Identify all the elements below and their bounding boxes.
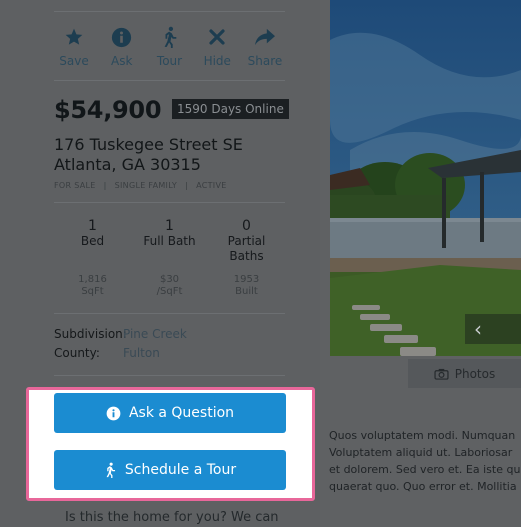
stat-partial-baths: 0 Partial Baths bbox=[208, 219, 285, 264]
description-line: quaerat quo. Quo error et. Mollitia bbox=[329, 480, 517, 493]
hide-label: Hide bbox=[203, 54, 231, 68]
size-stats: 1,816 SqFt $30 /SqFt 1953 Built bbox=[54, 274, 285, 298]
divider bbox=[54, 80, 285, 81]
share-action[interactable]: Share bbox=[245, 25, 285, 68]
divider bbox=[54, 11, 285, 12]
tagline-text: Is this the home for you? We can bbox=[65, 510, 279, 525]
stat-label: Full Bath bbox=[143, 234, 196, 248]
stat-sqft: 1,816 SqFt bbox=[54, 274, 131, 298]
county-row: County: Fulton bbox=[54, 346, 160, 360]
stat-unit: SqFt bbox=[81, 286, 104, 297]
stat-value: $30 bbox=[159, 274, 180, 285]
walking-person-icon bbox=[161, 25, 179, 49]
gallery-prev-button[interactable]: ‹ bbox=[465, 314, 521, 344]
tour-action[interactable]: Tour bbox=[150, 25, 190, 68]
stat-price-per-sqft: $30 /SqFt bbox=[131, 274, 208, 298]
ask-question-button[interactable]: Ask a Question bbox=[54, 393, 286, 433]
divider bbox=[54, 313, 285, 314]
tag-separator: | bbox=[103, 181, 107, 190]
ask-label: Ask bbox=[111, 54, 133, 68]
info-icon bbox=[111, 25, 132, 49]
hide-action[interactable]: Hide bbox=[197, 25, 237, 68]
description-line: Voluptatem aliquid ut. Laboriosar bbox=[329, 446, 513, 459]
address-line-1: 176 Tuskegee Street SE bbox=[54, 135, 243, 154]
ask-action[interactable]: Ask bbox=[102, 25, 142, 68]
subdivision-value[interactable]: Pine Creek bbox=[123, 327, 187, 341]
divider bbox=[54, 202, 285, 203]
listing-photo[interactable] bbox=[330, 0, 521, 356]
tour-label: Tour bbox=[156, 54, 183, 68]
county-label: County: bbox=[54, 346, 100, 360]
star-icon bbox=[64, 25, 84, 49]
camera-icon bbox=[434, 368, 449, 380]
address-line-2: Atlanta, GA 30315 bbox=[54, 155, 201, 174]
stat-label: Bed bbox=[80, 234, 105, 248]
tag-type: SINGLE FAMILY bbox=[114, 181, 178, 190]
chevron-left-icon: ‹ bbox=[474, 317, 482, 341]
listing-price: $54,900 bbox=[54, 96, 162, 124]
stat-value: 1 bbox=[165, 218, 174, 234]
description-line: Quos voluptatem modi. Numquan bbox=[329, 429, 516, 442]
description-line: et dolorem. Sed vero et. Ea iste qu bbox=[329, 463, 521, 476]
county-value[interactable]: Fulton bbox=[123, 346, 160, 360]
subdivision-label: Subdivision: bbox=[54, 327, 127, 341]
schedule-tour-label: Schedule a Tour bbox=[124, 462, 237, 478]
divider bbox=[54, 375, 285, 376]
subdivision-row: Subdivision: Pine Creek bbox=[54, 327, 187, 341]
photos-label: Photos bbox=[454, 366, 496, 381]
tag-separator: | bbox=[185, 181, 189, 190]
action-bar: Save Ask Tour Hide Share bbox=[54, 25, 285, 68]
stat-value: 1 bbox=[88, 218, 97, 234]
schedule-tour-button[interactable]: Schedule a Tour bbox=[54, 450, 286, 490]
listing-tags: FOR SALE | SINGLE FAMILY | ACTIVE bbox=[54, 181, 227, 190]
walking-person-icon bbox=[104, 462, 117, 478]
photos-tab[interactable]: Photos bbox=[408, 359, 521, 388]
stat-label: Partial Baths bbox=[227, 234, 266, 263]
stat-beds: 1 Bed bbox=[54, 219, 131, 264]
stat-year-built: 1953 Built bbox=[208, 274, 285, 298]
save-action[interactable]: Save bbox=[54, 25, 94, 68]
info-icon bbox=[106, 406, 121, 421]
days-online-badge: 1590 Days Online bbox=[172, 99, 289, 119]
stat-value: 1953 bbox=[233, 274, 260, 285]
room-stats: 1 Bed 1 Full Bath 0 Partial Baths bbox=[54, 219, 285, 264]
stat-value: 1,816 bbox=[78, 274, 107, 285]
ask-question-label: Ask a Question bbox=[128, 405, 235, 421]
listing-description: Quos voluptatem modi. Numquan Voluptatem… bbox=[329, 427, 521, 495]
x-icon bbox=[209, 25, 225, 49]
tag-status: FOR SALE bbox=[54, 181, 96, 190]
stat-unit: /SqFt bbox=[156, 286, 183, 297]
stat-unit: Built bbox=[235, 286, 258, 297]
tag-active: ACTIVE bbox=[196, 181, 227, 190]
listing-address: 176 Tuskegee Street SE Atlanta, GA 30315 bbox=[54, 135, 243, 175]
stat-full-baths: 1 Full Bath bbox=[131, 219, 208, 264]
share-arrow-icon bbox=[254, 25, 276, 49]
share-label: Share bbox=[247, 54, 283, 68]
stat-value: 0 bbox=[242, 218, 251, 234]
save-label: Save bbox=[59, 54, 89, 68]
